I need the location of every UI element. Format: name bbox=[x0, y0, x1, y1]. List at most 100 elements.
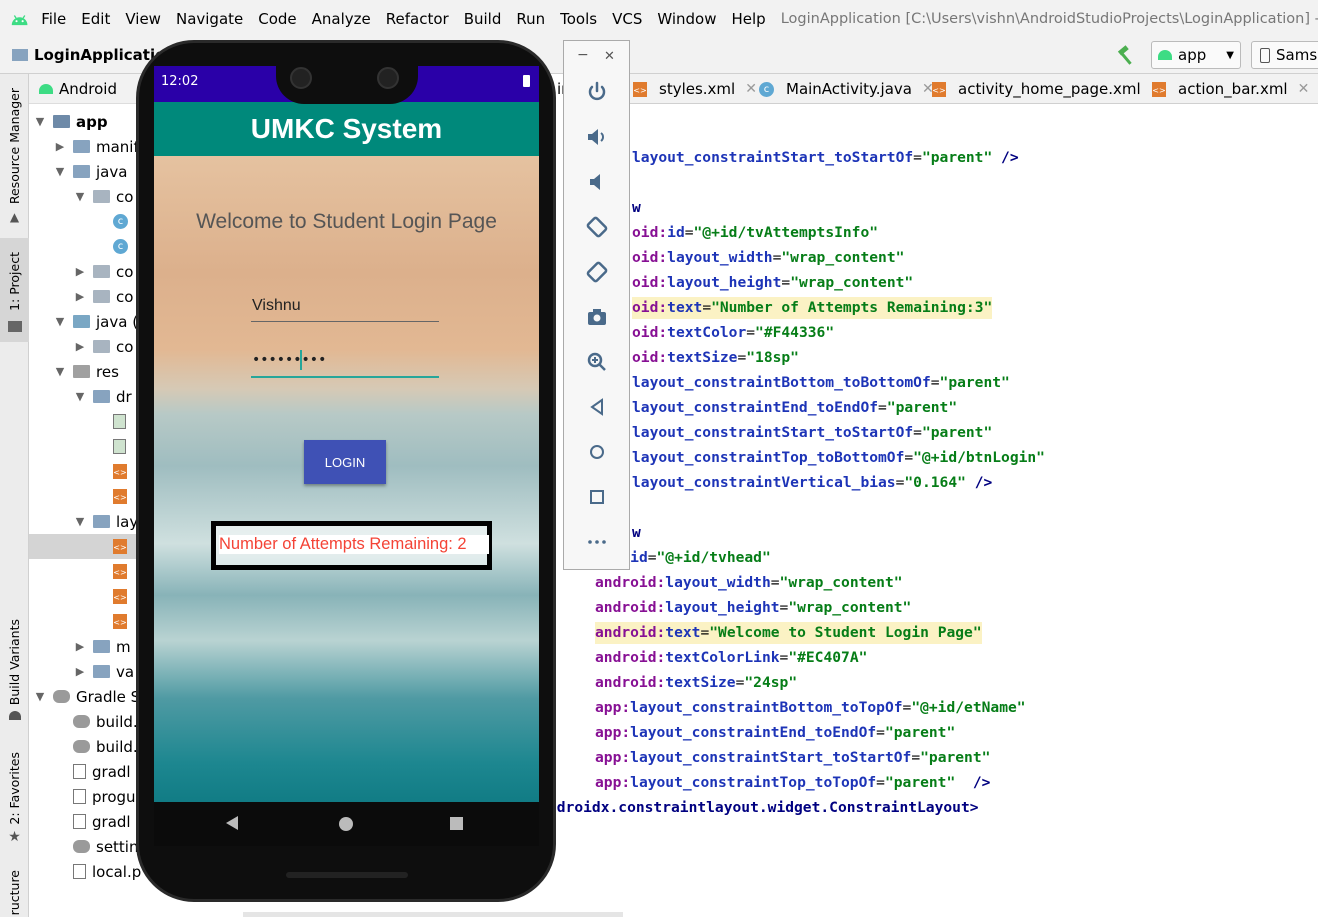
menu-help[interactable]: Help bbox=[732, 10, 766, 28]
code-line[interactable]: oid:layout_height="wrap_content" bbox=[632, 272, 913, 294]
menu-run[interactable]: Run bbox=[516, 10, 545, 28]
tab-build-variants[interactable]: Build Variants bbox=[0, 619, 29, 723]
more-icon[interactable] bbox=[584, 529, 610, 555]
tab-action-bar-xml[interactable]: <> action_bar.xml ✕ bbox=[1152, 74, 1309, 104]
code-line[interactable]: app:layout_constraintEnd_toEndOf="parent… bbox=[595, 722, 955, 744]
code-line[interactable]: android:layout_height="wrap_content" bbox=[595, 597, 911, 619]
home-icon[interactable] bbox=[584, 439, 610, 465]
code-token: ndroidx.constraintlayout.widget.Constrai… bbox=[548, 799, 979, 816]
collapse-arrow-icon[interactable]: ▶ bbox=[73, 665, 87, 678]
code-line[interactable]: android:textSize="24sp" bbox=[595, 672, 797, 694]
menu-window[interactable]: Window bbox=[657, 10, 716, 28]
code-line[interactable]: layout_constraintStart_toStartOf="parent… bbox=[632, 422, 992, 444]
build-hammer-icon[interactable] bbox=[1114, 44, 1138, 68]
tab-mainactivity-java[interactable]: c MainActivity.java ✕ bbox=[759, 74, 934, 104]
expand-arrow-icon[interactable]: ▼ bbox=[53, 315, 67, 328]
code-line[interactable]: oid:layout_width="wrap_content" bbox=[632, 247, 904, 269]
collapse-arrow-icon[interactable]: ▶ bbox=[73, 265, 87, 278]
collapse-arrow-icon[interactable]: ▶ bbox=[53, 140, 67, 153]
volume-up-icon[interactable] bbox=[584, 124, 610, 150]
back-icon[interactable] bbox=[584, 394, 610, 420]
login-button[interactable]: LOGIN bbox=[304, 440, 386, 484]
expand-arrow-icon[interactable]: ▼ bbox=[33, 690, 47, 703]
code-token: layout_constraintStart_toStartOf bbox=[630, 749, 912, 766]
device-selector[interactable]: Sams bbox=[1251, 41, 1318, 69]
expand-arrow-icon[interactable]: ▼ bbox=[53, 365, 67, 378]
menu-edit[interactable]: Edit bbox=[81, 10, 110, 28]
close-tab-icon[interactable]: ✕ bbox=[745, 81, 757, 97]
menu-build[interactable]: Build bbox=[464, 10, 502, 28]
code-line[interactable]: app:layout_constraintStart_toStartOf="pa… bbox=[595, 747, 990, 769]
code-line[interactable]: layout_constraintEnd_toEndOf="parent" bbox=[632, 397, 957, 419]
camera-icon[interactable] bbox=[584, 304, 610, 330]
close-tab-icon[interactable]: ✕ bbox=[1298, 81, 1310, 97]
code-token: "#F44336" bbox=[755, 324, 835, 341]
menu-code[interactable]: Code bbox=[258, 10, 296, 28]
expand-arrow-icon[interactable]: ▼ bbox=[73, 190, 87, 203]
run-config-selector[interactable]: app ▼ bbox=[1151, 41, 1241, 69]
code-line[interactable]: android:textColorLink="#EC407A" bbox=[595, 647, 867, 669]
menu-file[interactable]: File bbox=[41, 10, 66, 28]
close-icon[interactable]: ✕ bbox=[604, 49, 615, 64]
code-line[interactable]: oid:text="Number of Attempts Remaining:3… bbox=[632, 297, 993, 319]
expand-arrow-icon[interactable]: ▼ bbox=[53, 165, 67, 178]
nav-back-icon[interactable] bbox=[226, 816, 238, 830]
code-line[interactable]: layout_constraintBottom_toBottomOf="pare… bbox=[632, 372, 1010, 394]
rotate-left-icon[interactable] bbox=[584, 214, 610, 240]
emulator-screen[interactable]: 12:02 UMKC System Welcome to Student Log… bbox=[154, 66, 539, 802]
tab-favorites[interactable]: 2: Favorites ★ bbox=[0, 752, 29, 845]
menu-view[interactable]: View bbox=[125, 10, 161, 28]
tab-structure[interactable]: ructure bbox=[0, 870, 29, 917]
menu-bar: File Edit View Navigate Code Analyze Ref… bbox=[0, 0, 1318, 38]
volume-down-icon[interactable] bbox=[584, 169, 610, 195]
code-line[interactable]: w bbox=[632, 522, 641, 544]
expand-arrow-icon[interactable]: ▼ bbox=[33, 115, 47, 128]
tab-styles-xml[interactable]: <> styles.xml ✕ bbox=[633, 74, 757, 104]
collapse-arrow-icon[interactable]: ▶ bbox=[73, 340, 87, 353]
code-line[interactable]: layout_constraintVertical_bias="0.164" /… bbox=[632, 472, 992, 494]
code-line[interactable]: w bbox=[632, 197, 641, 219]
code-line[interactable]: oid:id="@+id/tvAttemptsInfo" bbox=[632, 222, 878, 244]
code-token: "#EC407A" bbox=[788, 649, 868, 666]
menu-tools[interactable]: Tools bbox=[560, 10, 597, 28]
expand-arrow-icon[interactable]: ▼ bbox=[73, 390, 87, 403]
power-icon[interactable] bbox=[584, 79, 610, 105]
menu-refactor[interactable]: Refactor bbox=[386, 10, 449, 28]
package-icon bbox=[93, 190, 110, 203]
nav-home-icon[interactable] bbox=[339, 817, 353, 831]
code-line[interactable]: layout_constraintTop_toBottomOf="@+id/bt… bbox=[632, 447, 1045, 469]
menu-analyze[interactable]: Analyze bbox=[312, 10, 371, 28]
overview-icon[interactable] bbox=[584, 484, 610, 510]
code-line[interactable]: layout_constraintStart_toStartOf="parent… bbox=[632, 147, 1019, 169]
code-token: oid: bbox=[632, 249, 668, 266]
rotate-right-icon[interactable] bbox=[584, 259, 610, 285]
code-line[interactable]: app:layout_constraintBottom_toTopOf="@+i… bbox=[595, 697, 1026, 719]
code-line[interactable]: ndroidx.constraintlayout.widget.Constrai… bbox=[548, 797, 979, 819]
tab-resource-manager[interactable]: Resource Manager ▲ bbox=[0, 88, 29, 228]
tree-item-label: progu bbox=[92, 787, 136, 806]
menu-navigate[interactable]: Navigate bbox=[176, 10, 243, 28]
code-line[interactable]: app:layout_constraintTop_toTopOf="parent… bbox=[595, 772, 990, 794]
tab-project[interactable]: 1: Project bbox=[0, 238, 29, 342]
code-token: layout_width bbox=[667, 249, 773, 266]
code-line[interactable]: oid:textColor="#F44336" bbox=[632, 322, 834, 344]
scrollbar[interactable] bbox=[243, 912, 623, 917]
collapse-arrow-icon[interactable]: ▶ bbox=[73, 290, 87, 303]
attempts-box: Number of Attempts Remaining: 2 bbox=[211, 521, 492, 570]
menu-vcs[interactable]: VCS bbox=[612, 10, 642, 28]
password-field[interactable]: ••••••••• bbox=[251, 346, 439, 378]
expand-arrow-icon[interactable]: ▼ bbox=[73, 515, 87, 528]
tab-activity-home-page-xml[interactable]: <> activity_home_page.xml✕ bbox=[932, 74, 1162, 104]
code-line[interactable]: android:layout_width="wrap_content" bbox=[595, 572, 903, 594]
zoom-icon[interactable] bbox=[584, 349, 610, 375]
code-token: android: bbox=[595, 574, 666, 591]
collapse-arrow-icon[interactable]: ▶ bbox=[73, 640, 87, 653]
code-line[interactable]: oid:textSize="18sp" bbox=[632, 347, 799, 369]
code-editor[interactable]: layout_constraintStart_toStartOf="parent… bbox=[540, 104, 1318, 917]
nav-recents-icon[interactable] bbox=[450, 817, 463, 830]
minimize-icon[interactable]: − bbox=[577, 47, 589, 63]
code-line[interactable]: android:text="Welcome to Student Login P… bbox=[595, 622, 982, 644]
username-field[interactable]: Vishnu bbox=[251, 292, 439, 322]
tab-label: action_bar.xml bbox=[1178, 80, 1288, 98]
code-token: "parent" bbox=[884, 774, 956, 791]
